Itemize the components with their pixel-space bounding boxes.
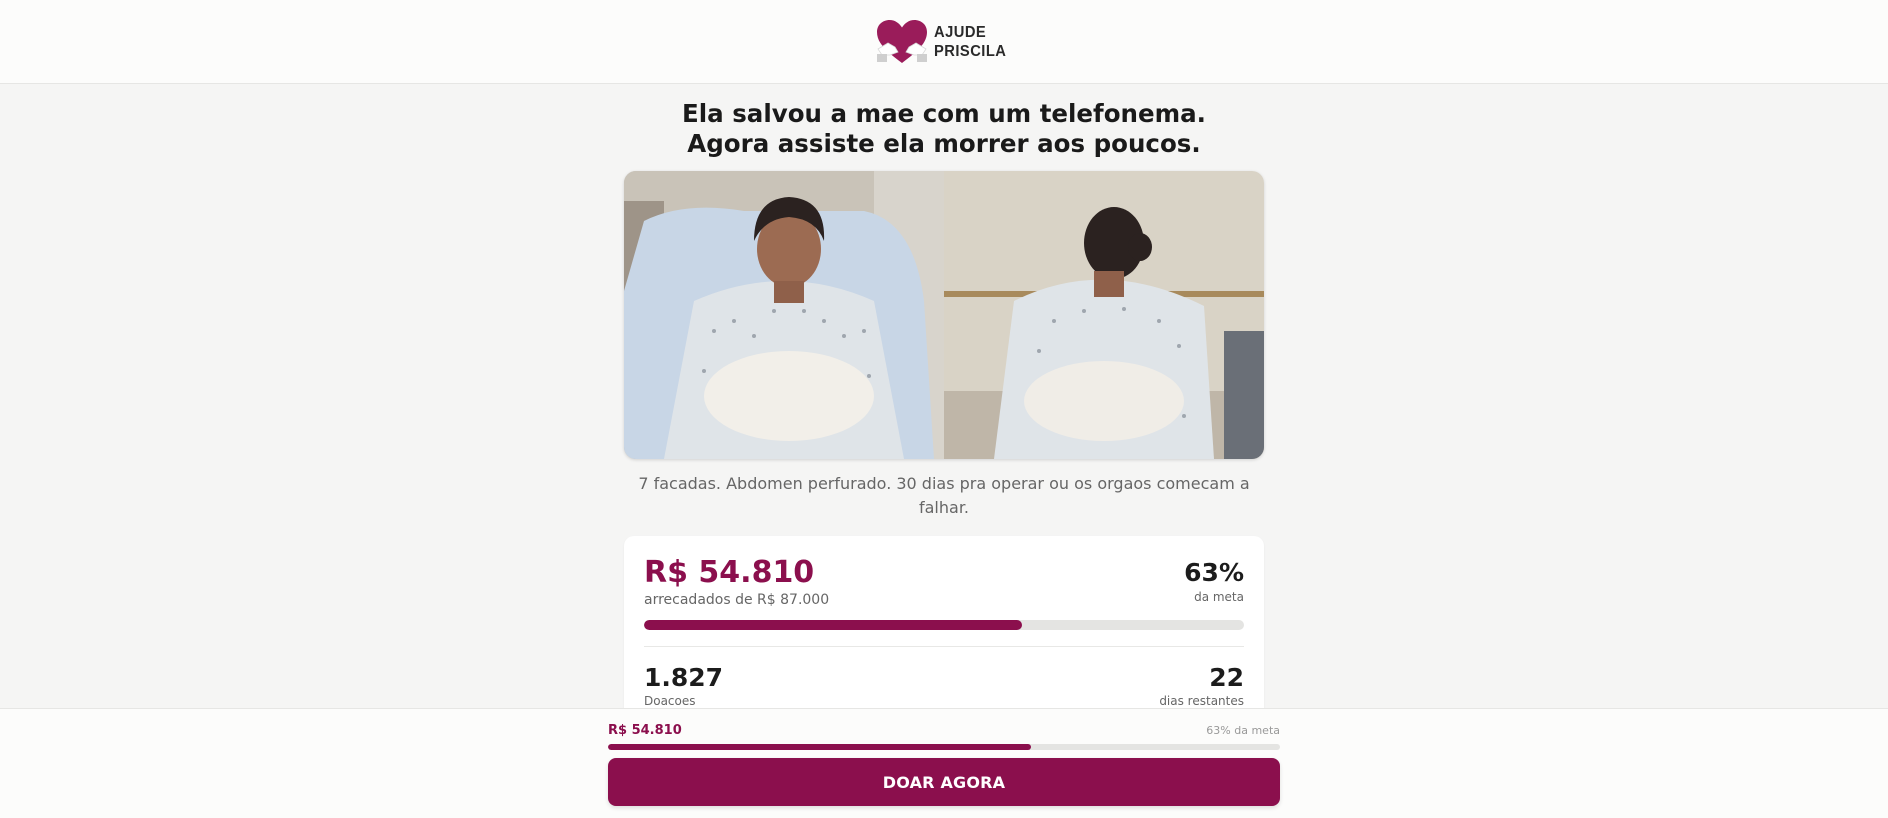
logo[interactable]: AJUDE PRISCILA	[876, 19, 1013, 65]
page-title: Ela salvou a mae com um telefonema. Agor…	[682, 99, 1206, 158]
sticky-donate-bar: R$ 54.810 63% da meta DOAR AGORA	[0, 708, 1888, 818]
patient-photo-front	[624, 171, 944, 459]
percent-of-goal: 63%	[1184, 558, 1244, 587]
logo-text: AJUDE PRISCILA	[934, 23, 1006, 61]
goal-text: arrecadados de R$ 87.000	[644, 592, 830, 608]
sticky-progress-bar-fill	[608, 744, 1032, 750]
donate-now-button[interactable]: DOAR AGORA	[608, 758, 1280, 806]
photo-gallery	[624, 171, 1264, 459]
sticky-percent-text: 63% da meta	[1206, 724, 1280, 737]
sticky-progress-bar	[608, 744, 1280, 750]
percent-label: da meta	[1194, 590, 1244, 604]
site-header: AJUDE PRISCILA	[0, 0, 1888, 84]
photo-caption: 7 facadas. Abdomen perfurado. 30 dias pr…	[638, 474, 1250, 517]
progress-bar	[644, 620, 1244, 630]
divider	[644, 646, 1244, 647]
logo-line-2: PRISCILA	[933, 42, 1007, 60]
logo-line-1: AJUDE	[933, 23, 986, 41]
donations-count: 1.827	[644, 663, 724, 692]
fundraising-stats-card: R$ 54.810 arrecadados de R$ 87.000 63% d…	[624, 536, 1264, 736]
donations-label: Doacoes	[644, 694, 696, 708]
main-content: Ela salvou a mae com um telefonema. Agor…	[624, 84, 1264, 736]
heart-hands-icon	[876, 19, 927, 63]
days-remaining-label: dias restantes	[1159, 694, 1244, 708]
amount-raised: R$ 54.810	[644, 555, 815, 590]
sticky-amount-raised: R$ 54.810	[608, 723, 682, 738]
progress-bar-fill	[644, 620, 1022, 630]
days-remaining-count: 22	[1209, 663, 1244, 692]
patient-photo-back	[944, 171, 1264, 459]
